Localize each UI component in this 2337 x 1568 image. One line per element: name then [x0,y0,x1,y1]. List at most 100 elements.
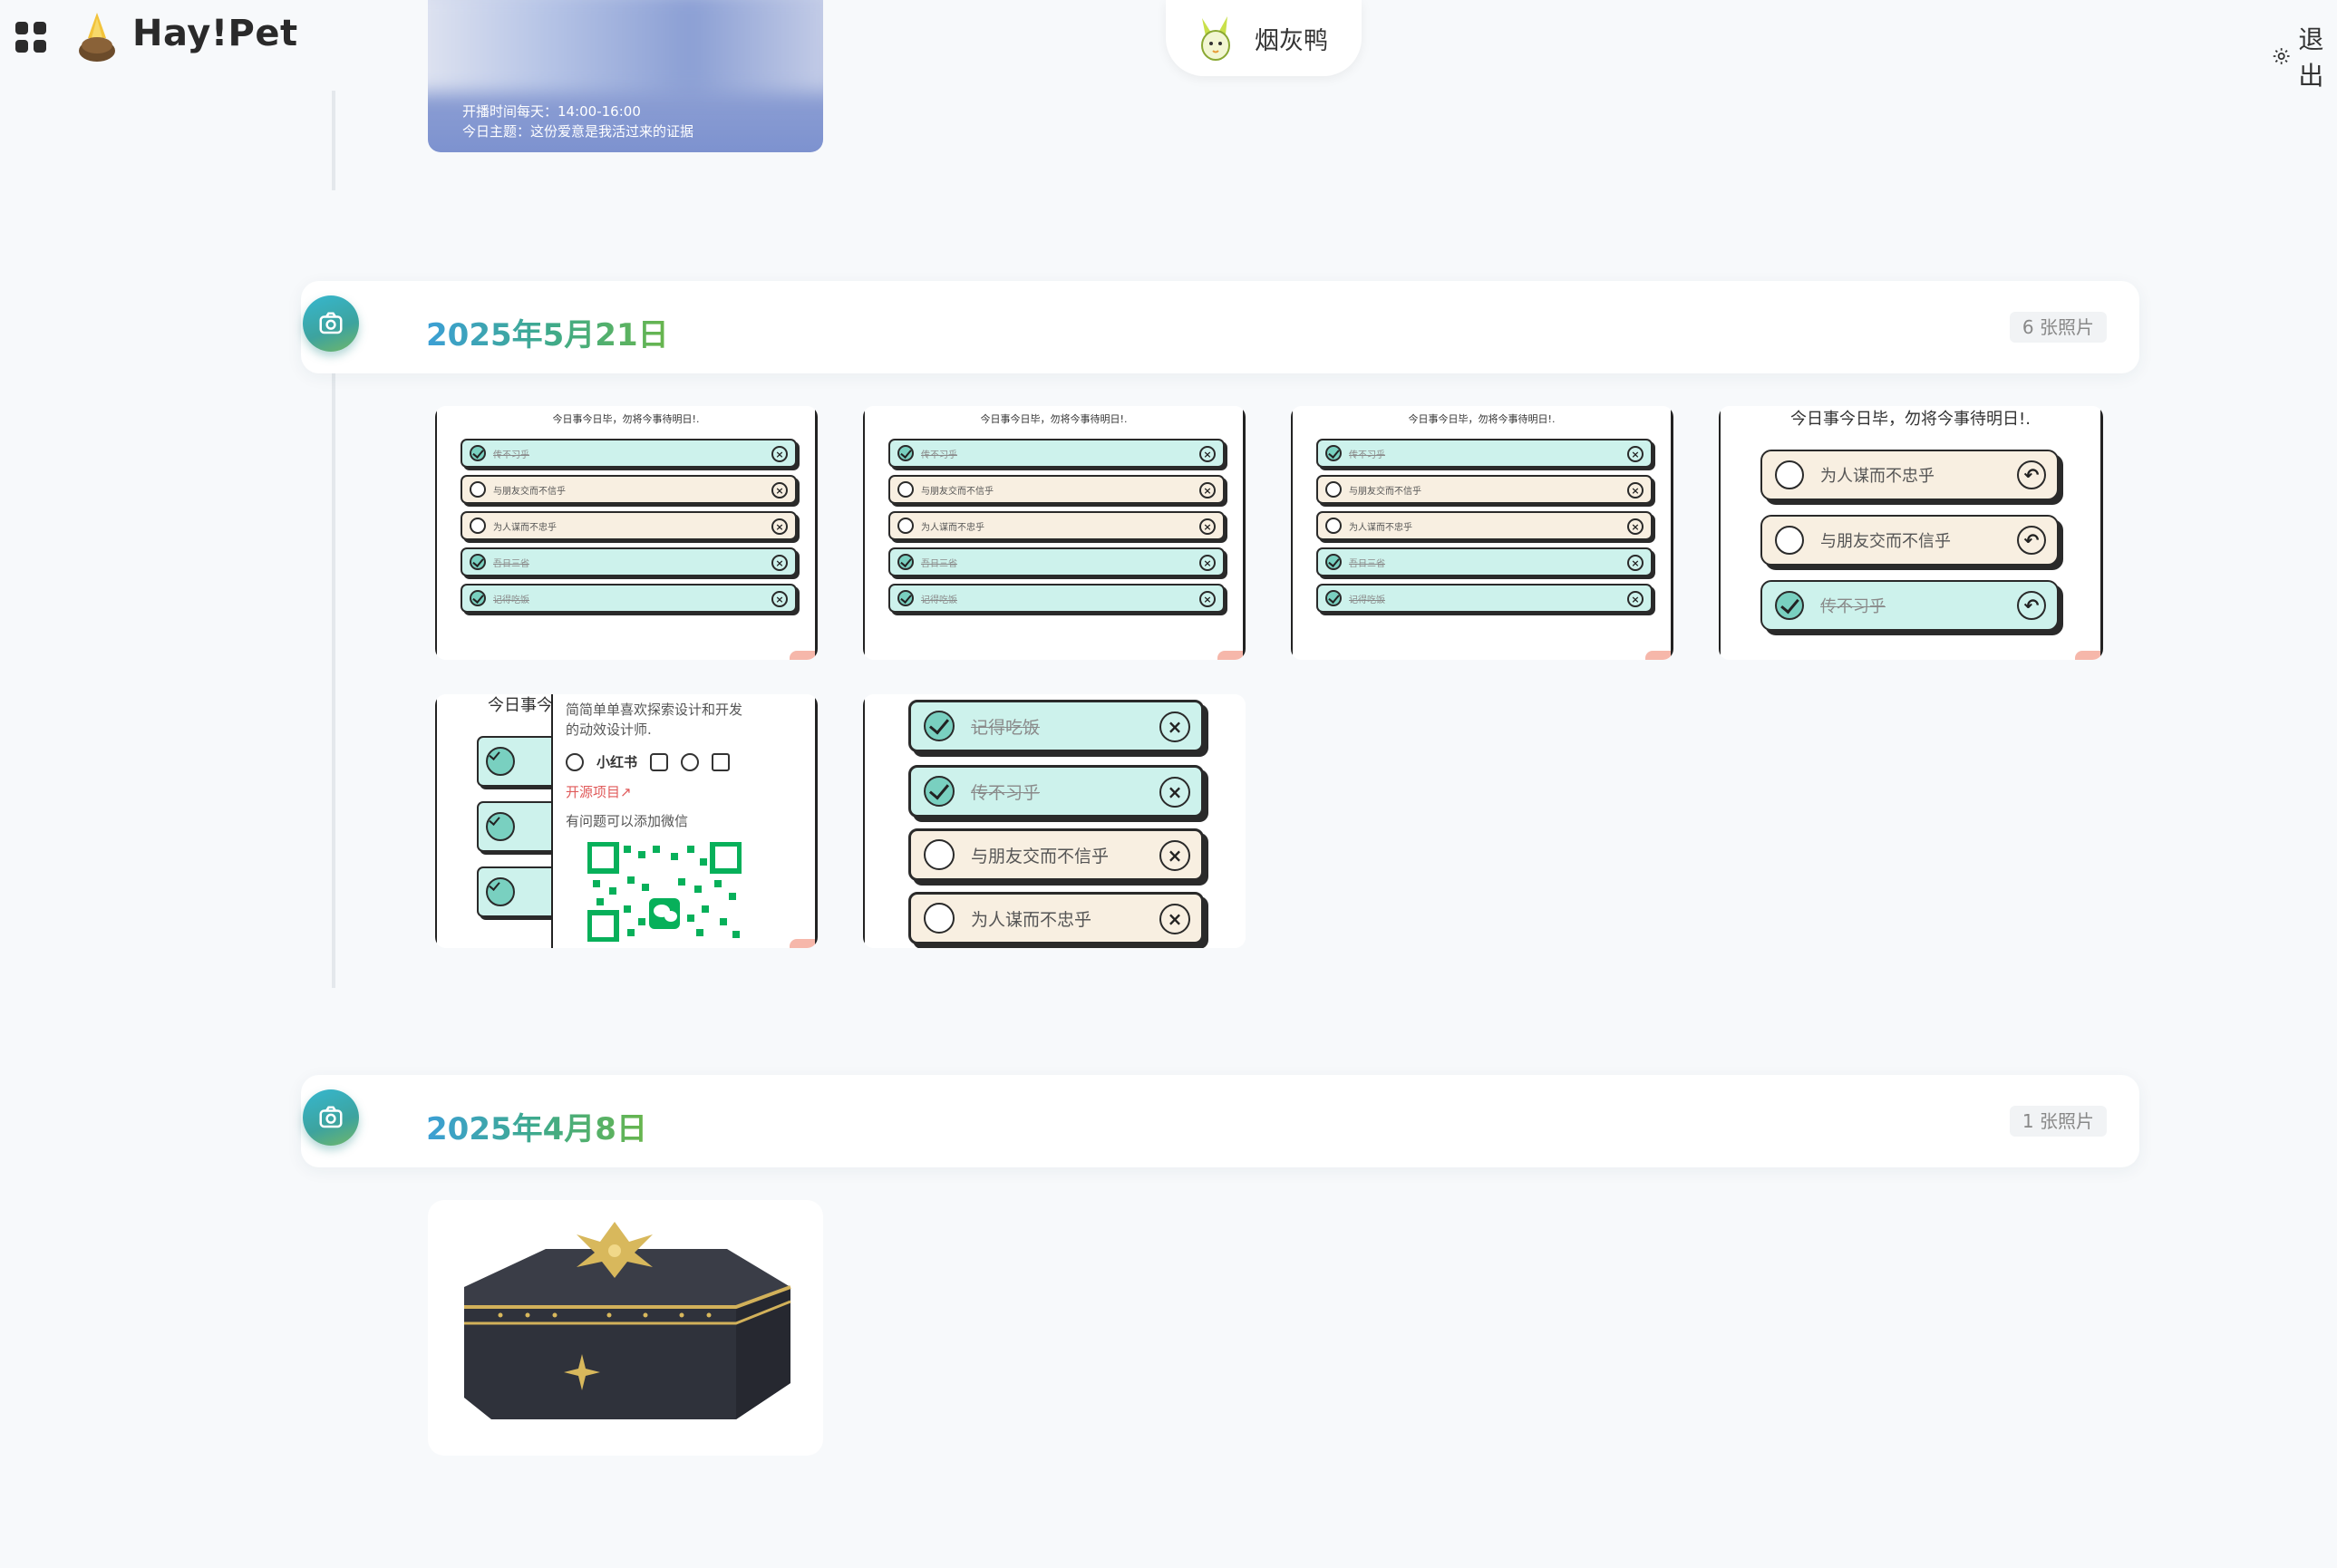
page-corner [790,651,815,660]
circle-icon [924,903,955,934]
photo-thumbnail[interactable]: 记得吃饭 × 传不习乎 × 与朋友交而不信乎 × 为人谋而不忠乎 × [863,694,1246,948]
gift-box-image [464,1222,791,1419]
social-links: 小红书 [566,752,752,771]
checklist-screenshot: 今日事今日毕，勿将今事待明日!. 传不习乎 × 与朋友交而不信乎 × 为人谋而不忠乎… [1291,406,1673,660]
circle-icon [1325,518,1342,534]
close-icon: × [1159,840,1190,871]
date-group-header[interactable]: 2025年5月21日 6 张照片 [301,281,2139,373]
circle-icon [1325,481,1342,498]
github-icon[interactable] [566,752,584,771]
check-icon [1775,591,1804,620]
close-icon: × [1159,777,1190,808]
stream-theme-text: 今日主题：这份爱意是我活过来的证据 [462,123,694,140]
page-corner [790,939,815,948]
undo-icon: ↶ [2017,460,2046,489]
open-source-link[interactable]: 开源项目↗ [566,782,752,802]
photo-count-badge: 1 张照片 [2009,1106,2107,1137]
page-corner [1217,651,1243,660]
camera-icon [319,312,343,334]
photo-thumbnail[interactable]: 今日事今日毕，勿将今事待明日!. 传不习乎 × 与朋友交而不信乎 × 为人谋而不忠乎… [1291,406,1673,660]
task-item: 与朋友交而不信乎 × [1316,475,1653,504]
bilibili-icon[interactable] [650,752,669,771]
task-item: 吾日三省 × [888,547,1225,576]
blurred-region [428,0,823,92]
photo-thumbnail[interactable]: 今日事今日毕，勿将今事待明日!. 为人谋而不忠乎 ↶ 与朋友交而不信乎 ↶ 传不习乎… [1719,406,2103,660]
checklist-screenshot: 今日事今日毕，勿将今事待明日!. 传不习乎 × 与朋友交而不信乎 × 为人谋而不忠乎… [863,406,1246,660]
circle-icon [1775,526,1804,555]
task-item: 吾日三省 × [461,547,797,576]
close-icon: × [1627,482,1644,498]
task-item: 传不习乎 × [461,439,797,468]
task-item: 记得吃饭 × [888,584,1225,613]
close-icon: × [1627,518,1644,535]
check-icon [486,747,515,776]
check-icon [470,554,486,570]
close-icon: × [1627,555,1644,571]
stream-poster-photo[interactable]: 开播时间每天：14:00-16:00 今日主题：这份爱意是我活过来的证据 [428,0,823,152]
task-item: 传不习乎 × [888,439,1225,468]
task-item: 与朋友交而不信乎 × [908,828,1204,881]
close-icon: × [1627,591,1644,607]
logout-label: 退出 [2298,24,2324,91]
photo-thumbnail[interactable]: 今日事今日毕，勿将今事待明日!. 传不习乎 × 与朋友交而不信乎 × 为人谋而不忠乎… [863,406,1246,660]
check-icon [1325,445,1342,461]
user-avatar [1201,16,1230,61]
check-icon [924,711,955,741]
apps-grid-icon[interactable] [15,22,46,53]
close-icon: × [1199,591,1216,607]
weibo-icon[interactable] [681,752,700,771]
wechat-qr-code [587,841,742,943]
close-icon: × [771,482,788,498]
logo-icon[interactable] [76,11,118,63]
task-item: 传不习乎 × [1316,439,1653,468]
xiaohongshu-link[interactable]: 小红书 [596,752,637,771]
photo-thumbnail[interactable]: 今日事今日毕，勿将今事待明日!. 传不习乎 × 与朋友交而不信乎 × 为人谋而不忠乎… [435,406,818,660]
checklist-header: 今日事今日毕，勿将今事待明日!. [980,413,1128,425]
checklist-header: 今日事今日毕，勿将今事待明日!. [1408,413,1556,425]
user-name: 烟灰鸭 [1255,26,1328,55]
photo-count-badge: 6 张照片 [2009,312,2107,343]
group-date-title: 2025年4月8日 [426,1104,647,1148]
user-profile-button[interactable]: 烟灰鸭 [1166,0,1362,76]
task-item: 为人谋而不忠乎 × [908,892,1204,944]
task-item: 记得吃饭 × [908,700,1204,752]
photo-thumbnail[interactable] [428,1200,823,1456]
checklist-screenshot: 今日事今日毕，勿将今事待明日!. 传不习乎 × 与朋友交而不信乎 × 为人谋而不忠乎… [435,406,818,660]
mail-icon[interactable] [712,752,731,771]
task-item: 吾日三省 × [1316,547,1653,576]
timeline-dot [303,1089,359,1146]
checklist-header: 今日事今日毕，勿将今事待明日!. [552,413,700,425]
page-corner [2075,651,2100,660]
check-icon [1325,590,1342,606]
date-group-header[interactable]: 2025年4月8日 1 张照片 [301,1075,2139,1167]
timeline-line [332,372,335,988]
photo-thumbnail[interactable]: 今日事今 简简单单喜欢探索设计和开发的动效设计师. 小红书 开源项目↗ 有问题可… [435,694,818,948]
app-title[interactable]: Hay!Pet [132,13,298,54]
checklist-header: 今日事今日毕，勿将今事待明日!. [1790,410,2031,429]
task-item: 与朋友交而不信乎 ↶ [1760,515,2059,566]
logout-button[interactable]: 退出 [2272,20,2337,92]
task-item: 为人谋而不忠乎 × [888,511,1225,540]
circle-icon [470,481,486,498]
circle-icon [897,518,914,534]
close-icon: × [1199,555,1216,571]
close-icon: × [771,446,788,462]
check-icon [897,554,914,570]
circle-icon [470,518,486,534]
close-icon: × [1199,482,1216,498]
circle-icon [924,839,955,870]
check-icon [897,590,914,606]
camera-icon [319,1106,343,1128]
checklist-screenshot: 记得吃饭 × 传不习乎 × 与朋友交而不信乎 × 为人谋而不忠乎 × [863,694,1246,948]
check-icon [924,776,955,807]
task-item: 为人谋而不忠乎 × [461,511,797,540]
add-wechat-text: 有问题可以添加微信 [566,813,689,829]
task-item: 为人谋而不忠乎 ↶ [1760,450,2059,500]
page-corner [1645,651,1671,660]
task-item: 传不习乎 × [908,765,1204,818]
group-date-title: 2025年5月21日 [426,310,669,354]
close-icon: × [1159,711,1190,742]
check-icon [470,445,486,461]
task-item: 传不习乎 ↶ [1760,580,2059,631]
checklist-screenshot: 今日事今日毕，勿将今事待明日!. 为人谋而不忠乎 ↶ 与朋友交而不信乎 ↶ 传不习乎… [1719,406,2103,660]
